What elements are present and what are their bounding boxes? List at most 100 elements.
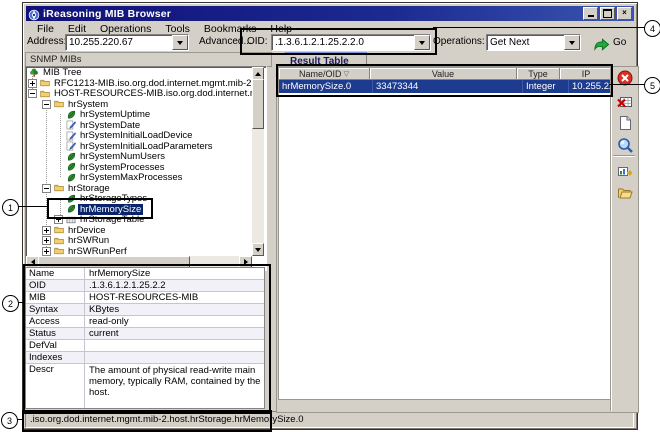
tree-item-label: hrDevice [66, 225, 108, 236]
tree-item-hrstoragetable[interactable]: hrStorageTable [26, 214, 252, 225]
tree-item-hrswrunperf[interactable]: hrSWRunPerf [26, 246, 252, 257]
tree-item-hrsystemmaxprocesses[interactable]: hrSystemMaxProcesses [26, 172, 252, 183]
tree-item-label: hrSWRunPerf [66, 246, 129, 257]
scroll-down-button[interactable] [252, 243, 264, 256]
node-properties-table: NamehrMemorySizeOID.1.3.6.1.2.1.25.2.2MI… [25, 267, 265, 409]
oid-dropdown-icon[interactable] [414, 35, 430, 50]
go-button[interactable]: Go [593, 34, 626, 50]
scroll-thumb[interactable] [252, 79, 264, 129]
expand-icon[interactable] [42, 226, 51, 235]
result-table-row[interactable]: hrMemorySize.033473344Integer10.255.220.… [279, 80, 611, 93]
operations-label: Operations: [433, 34, 485, 49]
property-value: current [85, 328, 264, 339]
tree-item-hrsystemnumusers[interactable]: hrSystemNumUsers [26, 151, 252, 162]
export-button[interactable] [616, 162, 633, 179]
callout-3: 3 [1, 412, 18, 429]
property-row-mib: MIBHOST-RESOURCES-MIB [26, 292, 264, 304]
minimize-button[interactable] [583, 7, 598, 20]
property-value: KBytes [85, 304, 264, 315]
tree-item-hrsysteminitialloaddevice[interactable]: hrSystemInitialLoadDevice [26, 130, 252, 141]
column-header-ip[interactable]: IP [560, 68, 612, 80]
pen-icon [66, 131, 76, 141]
new-document-button[interactable] [616, 114, 633, 131]
callout-line-1 [17, 206, 47, 207]
tree-item-rfc1213-mib.iso.org.dod.internet.mgmt.mib-2[interactable]: RFC1213-MIB.iso.org.dod.internet.mgmt.mi… [26, 78, 252, 89]
callout-2: 2 [2, 295, 19, 312]
pen-icon [66, 120, 76, 130]
result-side-toolbar [610, 66, 638, 411]
expand-icon[interactable] [54, 215, 63, 224]
maximize-button[interactable] [600, 7, 615, 20]
title-bar[interactable]: iReasoning MIB Browser × [26, 6, 634, 21]
tree-item-hrsystemprocesses[interactable]: hrSystemProcesses [26, 162, 252, 173]
tree-item-label: MIB Tree [41, 67, 84, 78]
address-dropdown-icon[interactable] [172, 35, 188, 50]
tree-item-hrswrun[interactable]: hrSWRun [26, 235, 252, 246]
tree-item-mib tree[interactable]: MIB Tree [26, 67, 252, 78]
property-label: Indexes [26, 352, 85, 363]
operations-combobox[interactable]: Get Next [486, 34, 581, 51]
tree-item-host-resources-mib.iso.org.dod.internet.mgmt.mib-2.host[interactable]: HOST-RESOURCES-MIB.iso.org.dod.internet.… [26, 88, 252, 99]
property-row-indexes: Indexes [26, 352, 264, 364]
collapse-icon[interactable] [28, 89, 37, 98]
folder-icon [40, 89, 50, 99]
address-label: Address: [27, 34, 66, 49]
leaf-icon [66, 110, 76, 120]
tree-item-label: RFC1213-MIB.iso.org.dod.internet.mgmt.mi… [52, 78, 252, 89]
expand-icon[interactable] [42, 236, 51, 245]
tree-icon [29, 68, 39, 78]
tree-item-hrsysteminitialloadparameters[interactable]: hrSystemInitialLoadParameters [26, 141, 252, 152]
expand-icon[interactable] [42, 247, 51, 256]
go-arrow-icon [593, 36, 610, 49]
property-label: MIB [26, 292, 85, 303]
menu-item-file[interactable]: File [30, 23, 61, 35]
tree-item-hrsystem[interactable]: hrSystem [26, 99, 252, 110]
property-row-status: Statuscurrent [26, 328, 264, 340]
operations-dropdown-icon[interactable] [564, 35, 580, 50]
property-row-access: Accessread-only [26, 316, 264, 328]
expand-icon[interactable] [28, 79, 37, 88]
oid-combobox[interactable]: .1.3.6.1.2.1.25.2.2.0 [271, 34, 431, 51]
menu-item-bookmarks[interactable]: Bookmarks [197, 23, 264, 35]
cell-value: 33473344 [373, 80, 523, 93]
close-button[interactable]: × [617, 7, 632, 20]
app-logo-icon [28, 8, 40, 20]
status-oid-path: .iso.org.dod.internet.mgmt.mib-2.host.hr… [30, 414, 304, 425]
address-combobox[interactable]: 10.255.220.67 [65, 34, 189, 51]
tree-item-hrmemorysize[interactable]: hrMemorySize [26, 204, 252, 215]
menu-item-edit[interactable]: Edit [61, 23, 93, 35]
tree-item-label: hrSWRun [66, 235, 111, 246]
menu-item-help[interactable]: Help [263, 23, 299, 35]
collapse-icon[interactable] [42, 100, 51, 109]
tree-item-hrdevice[interactable]: hrDevice [26, 225, 252, 236]
cell-name-oid: hrMemorySize.0 [279, 80, 373, 93]
tree-item-hrsystemdate[interactable]: hrSystemDate [26, 120, 252, 131]
folder-icon [54, 225, 64, 235]
folder-icon [40, 78, 50, 88]
magnifier-button[interactable] [616, 136, 633, 153]
property-value: HOST-RESOURCES-MIB [85, 292, 264, 303]
oid-label: OID: [247, 34, 268, 49]
cell-type: Integer [523, 80, 569, 93]
column-header-name-oid[interactable]: Name/OID▽ [279, 68, 370, 80]
mib-tree: MIB TreeRFC1213-MIB.iso.org.dod.internet… [25, 66, 267, 271]
collapse-icon[interactable] [42, 184, 51, 193]
clear-table-button[interactable] [616, 92, 633, 109]
tree-item-hrsystemuptime[interactable]: hrSystemUptime [26, 109, 252, 120]
property-row-name: NamehrMemorySize [26, 268, 264, 280]
property-label: DefVal [26, 340, 85, 351]
folder-icon [54, 236, 64, 246]
tree-item-hrstorage[interactable]: hrStorage [26, 183, 252, 194]
column-header-type[interactable]: Type [517, 68, 560, 80]
open-folder-button[interactable] [616, 184, 633, 201]
menu-item-tools[interactable]: Tools [158, 23, 197, 35]
tree-item-label: hrSystemNumUsers [78, 151, 167, 162]
tree-vertical-scrollbar[interactable] [252, 67, 264, 256]
folder-icon [54, 246, 64, 256]
property-label: OID [26, 280, 85, 291]
column-header-value[interactable]: Value [370, 68, 517, 80]
sort-indicator-icon: ▽ [344, 70, 349, 78]
tree-item-hrstoragetypes[interactable]: hrStorageTypes [26, 193, 252, 204]
property-row-oid: OID.1.3.6.1.2.1.25.2.2 [26, 280, 264, 292]
menu-item-operations[interactable]: Operations [93, 23, 158, 35]
